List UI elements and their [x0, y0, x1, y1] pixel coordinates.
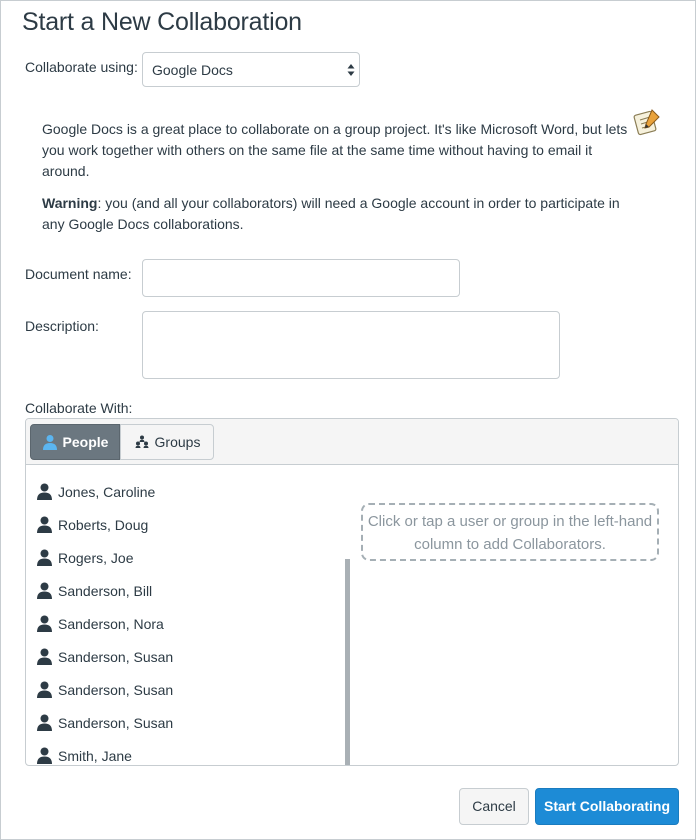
select-arrows-icon: [347, 64, 355, 76]
add-collaborators-hint: Click or tap a user or group in the left…: [361, 503, 659, 561]
start-collaborating-button[interactable]: Start Collaborating: [535, 788, 679, 825]
person-icon: [42, 435, 57, 450]
user-name: Sanderson, Susan: [58, 714, 174, 731]
warning-label: Warning: [42, 195, 98, 211]
user-list-scrollbar[interactable]: [345, 559, 350, 765]
description-textarea[interactable]: [142, 311, 560, 379]
user-list-item[interactable]: Sanderson, Susan: [36, 706, 346, 739]
user-name: Rogers, Joe: [58, 549, 134, 566]
tab-people-label: People: [62, 434, 109, 450]
user-name: Smith, Jane: [58, 747, 132, 764]
user-silhouette-icon: [37, 714, 52, 731]
user-list-item[interactable]: Sanderson, Susan: [36, 673, 346, 706]
user-name: Jones, Caroline: [58, 483, 156, 500]
tab-groups[interactable]: Groups: [120, 424, 214, 460]
user-name: Sanderson, Bill: [58, 582, 153, 599]
user-name: Roberts, Doug: [58, 516, 149, 533]
user-list-item[interactable]: Smith, Jane: [36, 739, 346, 765]
user-silhouette-icon: [37, 747, 52, 764]
service-description: Google Docs is a great place to collabor…: [42, 121, 628, 179]
user-silhouette-icon: [37, 648, 52, 665]
user-list-item[interactable]: Rogers, Joe: [36, 541, 346, 574]
user-silhouette-icon: [37, 582, 52, 599]
service-select-value: Google Docs: [152, 62, 233, 78]
user-list-item[interactable]: Sanderson, Nora: [36, 607, 346, 640]
collaborate-using-label: Collaborate using:: [25, 59, 138, 75]
document-name-label: Document name:: [25, 266, 132, 282]
service-select[interactable]: Google Docs: [142, 52, 360, 87]
warning-text: Warning: you (and all your collaborators…: [42, 193, 642, 235]
collaborate-with-label: Collaborate With:: [25, 400, 133, 416]
user-silhouette-icon: [37, 483, 52, 500]
description-label: Description:: [25, 318, 99, 334]
tab-people[interactable]: People: [30, 424, 120, 460]
user-silhouette-icon: [37, 549, 52, 566]
user-silhouette-icon: [37, 681, 52, 698]
user-name: Sanderson, Susan: [58, 681, 174, 698]
user-name: Sanderson, Susan: [58, 648, 174, 665]
user-name: Sanderson, Nora: [58, 615, 164, 632]
warning-body: : you (and all your collaborators) will …: [42, 195, 620, 232]
tab-groups-label: Groups: [154, 434, 201, 450]
user-silhouette-icon: [37, 516, 52, 533]
user-list-item[interactable]: Jones, Caroline: [36, 475, 346, 508]
document-name-input[interactable]: [142, 259, 460, 297]
collaborators-panel: People Groups Jones, Caroline Roberts, Do…: [25, 418, 679, 766]
group-icon: [135, 435, 149, 448]
page-title: Start a New Collaboration: [22, 8, 302, 36]
cancel-button[interactable]: Cancel: [459, 788, 529, 825]
user-list: Jones, Caroline Roberts, Doug Rogers, Joe S…: [36, 475, 346, 765]
user-list-item[interactable]: Sanderson, Susan: [36, 640, 346, 673]
user-list-item[interactable]: Sanderson, Bill: [36, 574, 346, 607]
user-list-item[interactable]: Roberts, Doug: [36, 508, 346, 541]
user-silhouette-icon: [37, 615, 52, 632]
collaborator-tabs: People Groups: [26, 419, 678, 465]
